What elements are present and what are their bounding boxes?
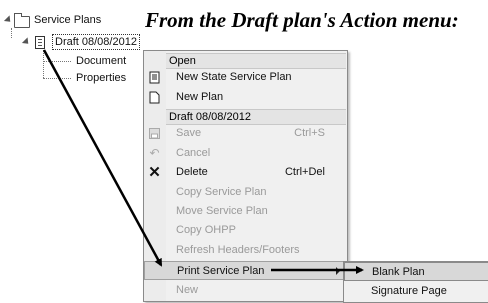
submenu-item-label: Blank Plan (372, 266, 425, 278)
menu-item-label: Move Service Plan (176, 205, 268, 217)
tree-item-draft[interactable]: Draft 08/08/2012 (18, 34, 148, 50)
menu-item-save[interactable]: Save Ctrl+S (144, 124, 347, 143)
tree-item-properties[interactable]: Properties (76, 70, 126, 86)
menu-item-label: New (176, 284, 199, 296)
folder-icon (14, 13, 30, 28)
tree-item-label: Document (76, 55, 127, 67)
menu-item-refresh[interactable]: Refresh Headers/Footers (144, 241, 347, 260)
menu-section-open: Open (166, 53, 346, 69)
tree-item-service-plans[interactable]: Service Plans (3, 12, 124, 28)
submenu-arrow-icon (336, 267, 340, 275)
menu-item-shortcut: Ctrl+S (294, 127, 325, 139)
menu-item-label: New State Service Plan (176, 71, 292, 83)
menu-item-label: Delete (176, 166, 208, 178)
menu-item-label: Cancel (176, 147, 211, 159)
save-icon (148, 127, 161, 140)
tree-item-label: Draft 08/08/2012 (52, 34, 140, 50)
tree-item-label: Properties (76, 72, 127, 84)
document-icon (35, 36, 45, 49)
tree-connector (11, 28, 12, 38)
menu-item-new-plan[interactable]: New Plan (144, 88, 347, 107)
submenu-item-blank-plan[interactable]: Blank Plan (344, 262, 488, 281)
menu-item-label: Copy OHPP (176, 224, 236, 236)
document-icon (148, 71, 161, 84)
menu-item-shortcut: Ctrl+Del (284, 166, 325, 178)
menu-item-label: Copy Service Plan (176, 186, 267, 198)
undo-icon: ↶ (149, 146, 160, 160)
menu-item-copy-plan[interactable]: Copy Service Plan (144, 183, 347, 202)
menu-item-label: Refresh Headers/Footers (176, 244, 300, 256)
delete-x-icon: ✕ (148, 164, 161, 181)
menu-item-print-plan[interactable]: Print Service Plan (144, 261, 347, 280)
menu-section-draft: Draft 08/08/2012 (166, 109, 346, 125)
tree-connector (43, 50, 44, 78)
tree-item-label: Service Plans (34, 14, 102, 26)
menu-item-delete[interactable]: ✕ Delete Ctrl+Del (144, 163, 347, 182)
tree-item-document[interactable]: Document (76, 53, 126, 69)
new-document-icon (148, 91, 161, 104)
tree-connector (43, 61, 71, 62)
menu-item-new[interactable]: New (144, 281, 347, 300)
menu-item-label: Print Service Plan (177, 265, 265, 277)
menu-item-label: New Plan (176, 91, 224, 103)
menu-item-copy-ohpp[interactable]: Copy OHPP (144, 221, 347, 240)
expand-arrow-icon[interactable] (21, 37, 32, 47)
menu-item-new-state-plan[interactable]: New State Service Plan (144, 68, 347, 87)
instruction-heading: From the Draft plan's Action menu: (145, 8, 459, 32)
expand-arrow-icon[interactable] (3, 15, 14, 25)
menu-item-cancel[interactable]: ↶ Cancel (144, 144, 347, 163)
tree-connector (43, 78, 71, 79)
submenu-item-signature-page[interactable]: Signature Page (344, 282, 488, 301)
submenu-item-label: Signature Page (371, 285, 447, 297)
menu-item-label: Save (176, 127, 202, 139)
action-context-menu: Open New State Service Plan New Plan Dra… (143, 50, 348, 302)
menu-item-move-plan[interactable]: Move Service Plan (144, 202, 347, 221)
